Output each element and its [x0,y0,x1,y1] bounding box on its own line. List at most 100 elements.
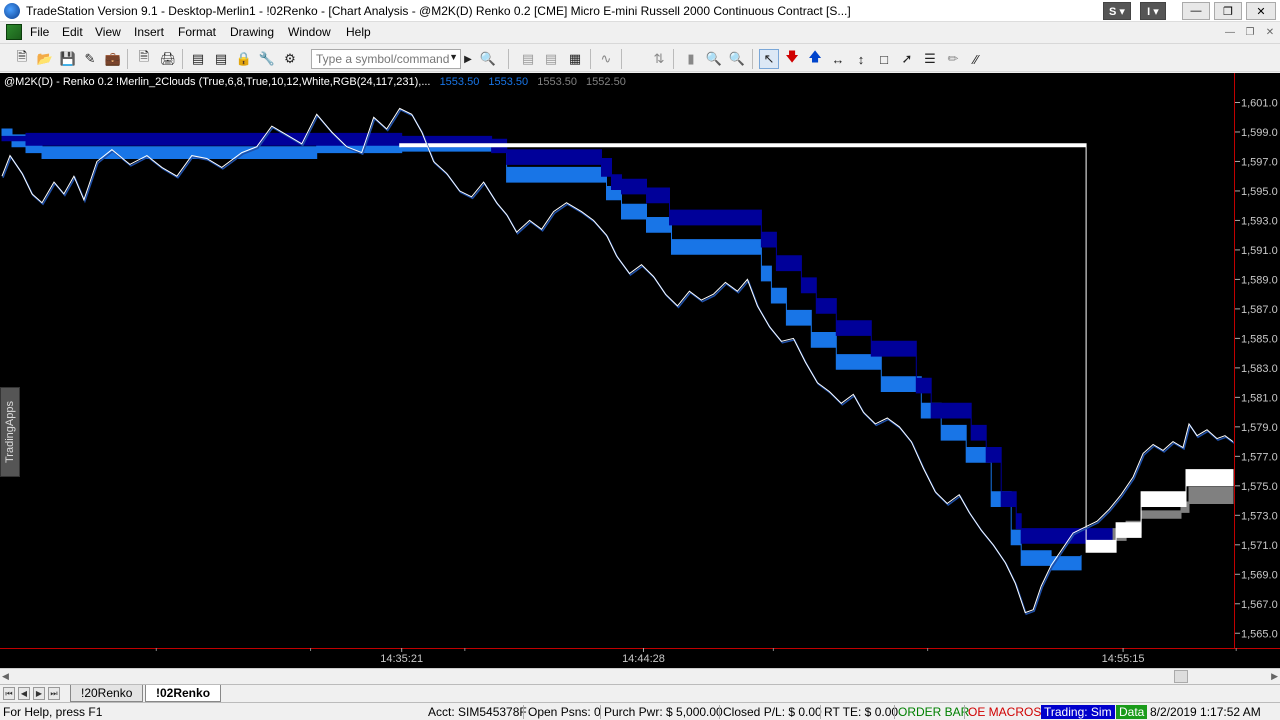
status-separator [523,705,524,719]
gear-icon[interactable]: ⚙ [280,49,300,69]
sell-arrow-icon[interactable]: 🡇 [782,49,802,69]
first-tab-icon[interactable]: ⏮ [3,687,15,700]
workspace-tabs: ⏮ ◀ ▶ ⏭ !20Renko !02Renko [0,684,1280,702]
chart-style-icon[interactable]: ▤ [518,49,538,69]
edit-note-icon[interactable]: ✎ [80,49,100,69]
y-tick-label: 1,579.0 [1241,422,1278,434]
menu-insert[interactable]: Insert [134,25,164,39]
trading-mode-badge[interactable]: Trading: Sim [1041,705,1115,719]
y-tick-label: 1,587.0 [1241,304,1278,316]
open-folder-icon[interactable]: 📂 [35,49,55,69]
help-hint: For Help, press F1 [3,705,103,719]
status-separator [820,705,821,719]
menu-bar: File Edit View Insert Format Drawing Win… [0,22,1280,42]
buy-arrow-icon[interactable]: 🡅 [805,49,825,69]
parallel-lines-icon[interactable]: ∕∕ [966,49,986,69]
horizontal-arrows-icon[interactable]: ↔ [828,49,848,69]
status-separator [964,705,965,719]
next-tab-icon[interactable]: ▶ [33,687,45,700]
grid-icon[interactable]: ▦ [565,49,585,69]
print-preview-icon[interactable]: 🗎 [134,49,154,69]
tradingapps-side-tab[interactable]: TradingApps [0,387,20,477]
y-tick-label: 1,577.0 [1241,451,1278,463]
s-menu-button[interactable]: S ▾ [1103,2,1131,20]
rt-te: RT TE: $ 0.00 [824,705,899,719]
symbol-command-input[interactable]: Type a symbol/command ▼ [311,49,461,69]
legend-value-3: 1553.50 [537,76,577,88]
briefcase-icon[interactable]: 💼 [103,49,123,69]
chart-canvas[interactable]: 1,601.0 1,599.0 1,597.0 1,595.0 1,593.0 1,591… [0,73,1280,668]
toolbar-separator [127,49,128,69]
tab-02renko[interactable]: !02Renko [145,685,222,702]
mdi-minimize-icon[interactable]: — [1222,25,1238,39]
data-window-icon[interactable]: ▤ [541,49,561,69]
vertical-arrows-icon[interactable]: ↕ [851,49,871,69]
last-tab-icon[interactable]: ⏭ [48,687,60,700]
status-separator [719,705,720,719]
menu-view[interactable]: View [95,25,121,39]
y-tick-label: 1,589.0 [1241,274,1278,286]
scroll-left-icon[interactable]: ◀ [2,671,9,682]
chart-area[interactable]: 1,601.0 1,599.0 1,597.0 1,595.0 1,593.0 1,591… [0,73,1280,668]
save-icon[interactable]: 💾 [58,49,78,69]
status-bar: For Help, press F1 Acct: SIM545378F Open… [0,702,1280,720]
play-icon[interactable]: ▶ [458,49,478,69]
zoom-out-icon[interactable]: 🔍 [727,49,747,69]
x-tick-label: 14:55:15 [1102,653,1145,665]
account-id: Acct: SIM545378F [428,705,527,719]
i-menu-button[interactable]: I ▾ [1140,2,1166,20]
new-document-icon[interactable]: 🗎 [12,49,32,69]
legend-value-2: 1553.50 [488,76,529,88]
chart-horizontal-scrollbar[interactable]: ◀ ▶ [0,668,1280,684]
tools-icon[interactable]: 🔧 [257,49,277,69]
status-separator [894,705,895,719]
menu-window[interactable]: Window [288,25,331,39]
bar-type-icon[interactable]: ⇅ [649,49,669,69]
tile-window-icon[interactable]: ▤ [211,49,231,69]
y-tick-label: 1,575.0 [1241,481,1278,493]
y-tick-label: 1,591.0 [1241,245,1278,257]
scroll-right-icon[interactable]: ▶ [1271,671,1278,682]
y-tick-label: 1,597.0 [1241,156,1278,168]
status-separator [600,705,601,719]
purchasing-power: Purch Pwr: $ 5,000.00 [604,705,723,719]
pencil-icon[interactable]: ✏ [943,49,963,69]
prev-tab-icon[interactable]: ◀ [18,687,30,700]
y-tick-label: 1,601.0 [1241,97,1278,109]
y-tick-label: 1,581.0 [1241,392,1278,404]
x-tick-label: 14:35:21 [380,653,423,665]
oe-macros-toggle[interactable]: OE MACROS [968,705,1041,719]
link-window-icon[interactable]: ▤ [188,49,208,69]
symbol-lookup-icon[interactable]: 🔍 [478,49,498,69]
mdi-close-icon[interactable]: ✕ [1262,25,1278,39]
toolbar-separator [590,49,591,69]
wave-icon[interactable]: ∿ [596,49,616,69]
menu-edit[interactable]: Edit [62,25,83,39]
trendline-icon[interactable]: ➚ [897,49,917,69]
y-tick-label: 1,571.0 [1241,540,1278,552]
order-bar-toggle[interactable]: ORDER BAR [898,705,969,719]
chart-window-icon[interactable] [6,24,22,40]
menu-drawing[interactable]: Drawing [230,25,274,39]
menu-format[interactable]: Format [178,25,216,39]
restore-icon[interactable]: ❐ [1214,2,1242,20]
scroll-thumb[interactable] [1174,670,1188,683]
data-status-badge: Data [1116,705,1148,719]
pointer-icon[interactable]: ↖ [759,49,779,69]
candlestick-icon[interactable]: ▮ [681,49,701,69]
open-positions: Open Psns: 0 [528,705,601,719]
chevron-down-icon[interactable]: ▼ [449,52,458,62]
menu-file[interactable]: File [30,25,49,39]
print-icon[interactable]: 🖨 [158,49,178,69]
menu-help[interactable]: Help [346,25,371,39]
lock-icon[interactable]: 🔒 [234,49,254,69]
horizontal-lines-icon[interactable]: ☰ [920,49,940,69]
closed-pl: Closed P/L: $ 0.00 [723,705,822,719]
minimize-icon[interactable]: — [1182,2,1210,20]
zoom-in-icon[interactable]: 🔍 [704,49,724,69]
fast-cloud-band [1,128,1082,571]
rectangle-icon[interactable]: □ [874,49,894,69]
tab-20renko[interactable]: !20Renko [70,685,144,702]
mdi-restore-icon[interactable]: ❐ [1242,25,1258,39]
close-icon[interactable]: ✕ [1246,2,1276,20]
